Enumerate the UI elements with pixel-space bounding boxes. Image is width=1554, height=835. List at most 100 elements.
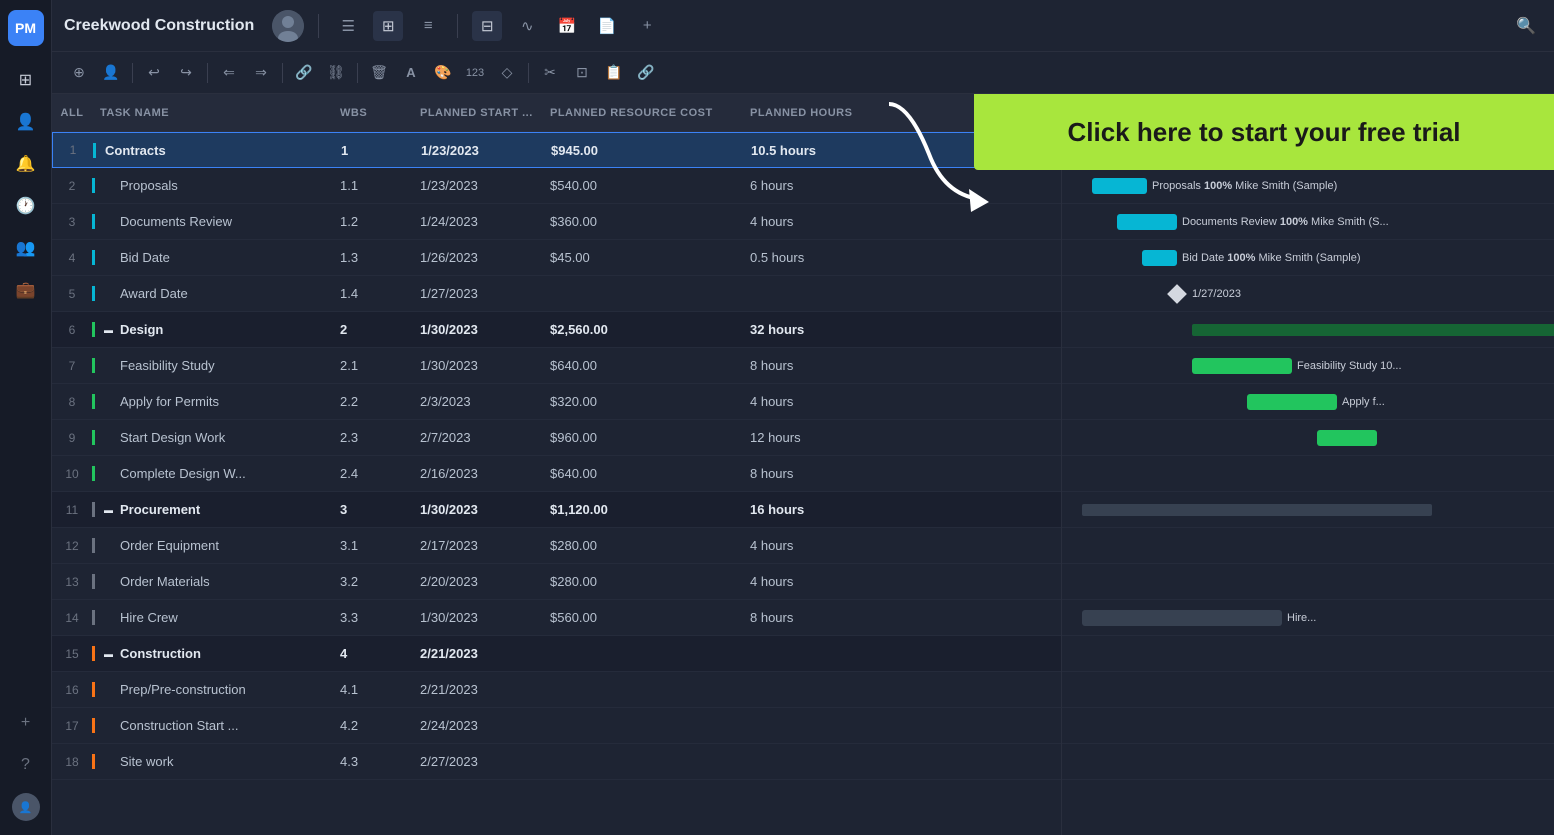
view-chart-icon[interactable]: ∿ [512, 11, 542, 41]
cta-banner[interactable]: Click here to start your free trial [974, 94, 1554, 170]
wbs-cell: 4.2 [332, 718, 412, 733]
cost-cell: $945.00 [543, 143, 743, 158]
table-row[interactable]: 5 Award Date 1.4 1/27/2023 [52, 276, 1061, 312]
cost-cell: $640.00 [542, 466, 742, 481]
view-list-icon[interactable]: ☰ [333, 11, 363, 41]
table-row[interactable]: 4 Bid Date 1.3 1/26/2023 $45.00 0.5 hour… [52, 240, 1061, 276]
table-row[interactable]: 13 Order Materials 3.2 2/20/2023 $280.00… [52, 564, 1061, 600]
table-row[interactable]: 11 ▬Procurement 3 1/30/2023 $1,120.00 16… [52, 492, 1061, 528]
user-avatar[interactable] [272, 10, 304, 42]
paste-link-button[interactable]: 🔗 [631, 59, 661, 87]
gantt-bar-hire-crew[interactable] [1082, 610, 1282, 626]
indent-button[interactable]: ⇒ [246, 59, 276, 87]
hours-cell: 8 hours [742, 358, 902, 373]
table-row[interactable]: 17 Construction Start ... 4.2 2/24/2023 [52, 708, 1061, 744]
number-button[interactable]: 123 [460, 59, 490, 87]
row-number: 10 [52, 467, 92, 481]
table-row[interactable]: 8 Apply for Permits 2.2 2/3/2023 $320.00… [52, 384, 1061, 420]
row-number: 5 [52, 287, 92, 301]
gantt-label: Proposals 100% Mike Smith (Sample) [1152, 180, 1337, 192]
hours-cell: 8 hours [742, 610, 902, 625]
diamond-button[interactable]: ◇ [492, 59, 522, 87]
sidebar-item-notifications[interactable]: 🔔 [8, 146, 44, 182]
gantt-bar-start-design[interactable] [1317, 430, 1377, 446]
search-button[interactable]: 🔍 [1510, 10, 1542, 42]
col-all[interactable]: ALL [52, 107, 92, 119]
text-button[interactable]: A [396, 59, 426, 87]
sidebar-add-button[interactable]: + [8, 705, 44, 741]
task-name-cell: Order Equipment [92, 538, 332, 553]
task-name-cell: Award Date [92, 286, 332, 301]
row-number: 15 [52, 647, 92, 661]
paste-button[interactable]: 📋 [599, 59, 629, 87]
view-split-icon[interactable]: ≡ [413, 11, 443, 41]
table-row[interactable]: 12 Order Equipment 3.1 2/17/2023 $280.00… [52, 528, 1061, 564]
cut-button[interactable]: ✂ [535, 59, 565, 87]
add-task-button[interactable]: ⊕ [64, 59, 94, 87]
table-row[interactable]: 10 Complete Design W... 2.4 2/16/2023 $6… [52, 456, 1061, 492]
color-button[interactable]: 🎨 [428, 59, 458, 87]
gantt-bar-bid-date[interactable] [1142, 250, 1177, 266]
add-resource-button[interactable]: 👤 [96, 59, 126, 87]
cost-cell: $360.00 [542, 214, 742, 229]
wbs-cell: 1 [333, 143, 413, 158]
sidebar-item-home[interactable]: ⊞ [8, 62, 44, 98]
task-name-cell: Feasibility Study [92, 358, 332, 373]
view-gantt-icon[interactable]: ⊞ [373, 11, 403, 41]
gantt-bar-docs-review[interactable] [1117, 214, 1177, 230]
link-button[interactable]: 🔗 [289, 59, 319, 87]
gantt-bar-design[interactable] [1192, 324, 1554, 336]
sidebar-item-projects[interactable]: 💼 [8, 272, 44, 308]
sidebar-profile-button[interactable]: 👤 [8, 789, 44, 825]
app-logo[interactable]: PM [8, 10, 44, 46]
gantt-row [1062, 492, 1554, 528]
col-wbs[interactable]: WBS [332, 107, 412, 119]
redo-button[interactable]: ↪ [171, 59, 201, 87]
view-table-icon[interactable]: ⊟ [472, 11, 502, 41]
cost-cell: $540.00 [542, 178, 742, 193]
sidebar-help-button[interactable]: ? [8, 747, 44, 783]
cost-cell: $320.00 [542, 394, 742, 409]
table-row[interactable]: 18 Site work 4.3 2/27/2023 [52, 744, 1061, 780]
outdent-button[interactable]: ⇐ [214, 59, 244, 87]
table-row[interactable]: 14 Hire Crew 3.3 1/30/2023 $560.00 8 hou… [52, 600, 1061, 636]
start-cell: 1/30/2023 [412, 610, 542, 625]
gantt-bar-feasibility[interactable] [1192, 358, 1292, 374]
sidebar-item-users[interactable]: 👤 [8, 104, 44, 140]
cost-cell: $2,560.00 [542, 322, 742, 337]
gantt-row: Hire... [1062, 600, 1554, 636]
copy-button[interactable]: ⊡ [567, 59, 597, 87]
add-view-button[interactable]: + [632, 11, 662, 41]
gantt-bar-proposals[interactable] [1092, 178, 1147, 194]
cta-arrow-container [859, 94, 979, 214]
task-name-cell: Construction Start ... [92, 718, 332, 733]
table-row[interactable]: 9 Start Design Work 2.3 2/7/2023 $960.00… [52, 420, 1061, 456]
table-row[interactable]: 7 Feasibility Study 2.1 1/30/2023 $640.0… [52, 348, 1061, 384]
undo-button[interactable]: ↩ [139, 59, 169, 87]
sidebar-item-history[interactable]: 🕐 [8, 188, 44, 224]
toolbar-divider-4 [357, 63, 358, 83]
delete-button[interactable]: 🗑 [364, 59, 394, 87]
gantt-row: Proposals 100% Mike Smith (Sample) [1062, 168, 1554, 204]
row-number: 13 [52, 575, 92, 589]
col-planned-start[interactable]: PLANNED START ... [412, 107, 542, 119]
gantt-bar-procurement[interactable] [1082, 504, 1432, 516]
sidebar: PM ⊞ 👤 🔔 🕐 👥 💼 + ? 👤 [0, 0, 52, 835]
view-calendar-icon[interactable]: 📅 [552, 11, 582, 41]
sidebar-item-team[interactable]: 👥 [8, 230, 44, 266]
view-doc-icon[interactable]: 📄 [592, 11, 622, 41]
divider-2 [457, 14, 458, 38]
divider-1 [318, 14, 319, 38]
wbs-cell: 1.4 [332, 286, 412, 301]
wbs-cell: 4.1 [332, 682, 412, 697]
col-resource-cost[interactable]: PLANNED RESOURCE COST [542, 107, 742, 119]
task-name-cell: Hire Crew [92, 610, 332, 625]
unlink-button[interactable]: ⛓ [321, 59, 351, 87]
col-task-name[interactable]: TASK NAME [92, 107, 332, 119]
gantt-bar-permits[interactable] [1247, 394, 1337, 410]
table-row[interactable]: 16 Prep/Pre-construction 4.1 2/21/2023 [52, 672, 1061, 708]
table-row[interactable]: 15 ▬Construction 4 2/21/2023 [52, 636, 1061, 672]
table-row[interactable]: 6 ▬Design 2 1/30/2023 $2,560.00 32 hours [52, 312, 1061, 348]
cost-cell: $560.00 [542, 610, 742, 625]
wbs-cell: 3.2 [332, 574, 412, 589]
